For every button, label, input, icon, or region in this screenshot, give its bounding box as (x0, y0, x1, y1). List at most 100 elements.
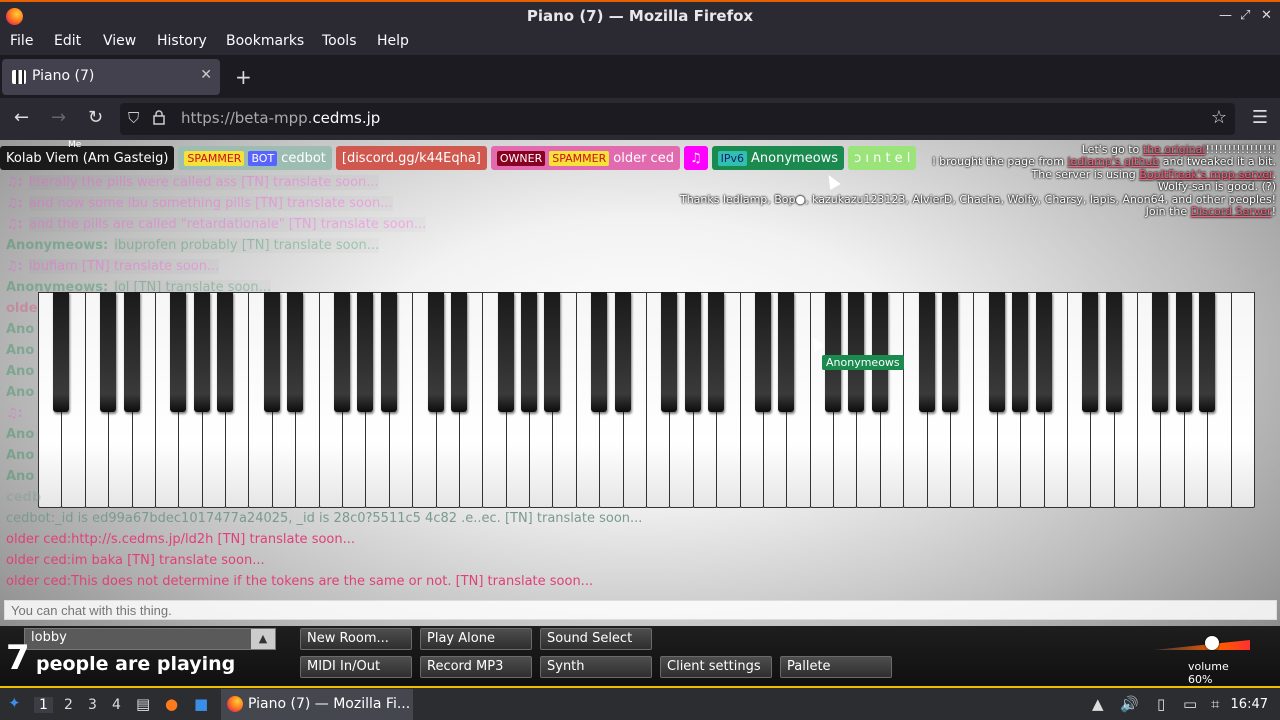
user-tag: SPAMMER (184, 150, 245, 166)
menu-view[interactable]: View (103, 33, 136, 49)
volume-knob[interactable] (1204, 636, 1219, 650)
tab-close-icon[interactable]: ✕ (200, 67, 212, 83)
url-text[interactable]: https://beta-mpp.cedms.jp (181, 109, 380, 127)
black-key[interactable] (825, 292, 842, 412)
new-room-button[interactable]: New Room... (300, 628, 412, 650)
sound-select-button[interactable]: Sound Select (540, 628, 652, 650)
server-link[interactable]: BopItFreak's mpp-server (1139, 168, 1272, 181)
back-icon[interactable]: ← (14, 107, 29, 128)
terminal-icon[interactable]: ■ (194, 695, 208, 713)
record-mp3-button[interactable]: Record MP3 (420, 656, 532, 678)
black-key[interactable] (848, 292, 865, 412)
black-key[interactable] (591, 292, 608, 412)
black-key[interactable] (53, 292, 70, 412)
midi-button[interactable]: MIDI In/Out (300, 656, 412, 678)
black-key[interactable] (521, 292, 538, 412)
black-key[interactable] (1175, 292, 1192, 412)
menu-file[interactable]: File (10, 33, 33, 49)
workspace-3[interactable]: 3 (88, 697, 97, 713)
tab-piano[interactable]: Piano (7) ✕ (2, 59, 220, 95)
menu-history[interactable]: History (157, 33, 207, 49)
white-key[interactable] (1230, 292, 1255, 508)
black-key[interactable] (1035, 292, 1052, 412)
black-key[interactable] (754, 292, 771, 412)
black-key[interactable] (1082, 292, 1099, 412)
speaker-icon[interactable]: 🔊 (1120, 695, 1139, 713)
user-3[interactable]: OWNER SPAMMER older ced (490, 146, 680, 170)
shield-icon[interactable]: ⛉ (128, 109, 139, 127)
close-icon[interactable]: ✕ (1261, 8, 1272, 23)
black-key[interactable] (544, 292, 561, 412)
black-key[interactable] (918, 292, 935, 412)
black-key[interactable] (217, 292, 234, 412)
file-manager-icon[interactable]: ▤ (136, 695, 150, 713)
app-menu-icon[interactable]: ☰ (1252, 107, 1268, 128)
display-icon[interactable]: ▭ (1183, 695, 1197, 713)
black-key[interactable] (497, 292, 514, 412)
start-menu-icon[interactable]: ✦ (8, 694, 21, 712)
black-key[interactable] (380, 292, 397, 412)
network-icon[interactable]: ⌗ (1211, 695, 1219, 713)
black-key[interactable] (334, 292, 350, 412)
black-key[interactable] (614, 292, 631, 412)
workspace-4[interactable]: 4 (112, 697, 121, 713)
forward-icon[interactable]: → (51, 107, 66, 128)
black-key[interactable] (193, 292, 210, 412)
tray-up-icon[interactable]: ▲ (1092, 695, 1104, 713)
black-key[interactable] (100, 292, 117, 412)
black-key[interactable] (1012, 292, 1029, 412)
black-key[interactable] (684, 292, 701, 412)
user-2[interactable]: [discord.gg/k44Eqha] (335, 146, 487, 170)
firefox-launcher-icon[interactable]: ● (165, 695, 178, 713)
reload-icon[interactable]: ↻ (88, 107, 103, 128)
maximize-icon[interactable]: ⤢ (1240, 8, 1250, 23)
black-key[interactable] (871, 292, 888, 412)
lock-icon[interactable] (152, 109, 166, 125)
user-0[interactable]: Kolab Viem (Am Gasteig) Me (0, 140, 175, 170)
bookmark-star-icon[interactable]: ☆ (1211, 107, 1227, 128)
black-key[interactable] (778, 292, 795, 412)
black-key[interactable] (123, 292, 140, 412)
chat-message: older ced:im baka [TN] translate soon... (6, 550, 642, 571)
github-link[interactable]: ledlamp's github (1067, 155, 1159, 168)
menu-bookmarks[interactable]: Bookmarks (226, 33, 304, 49)
room-select[interactable]: lobby ▲ (24, 628, 276, 650)
black-key[interactable] (170, 292, 187, 412)
black-key[interactable] (357, 292, 374, 412)
black-key[interactable] (661, 292, 678, 412)
firefox-icon (227, 696, 243, 712)
black-key[interactable] (450, 292, 467, 412)
black-key[interactable] (1152, 292, 1169, 412)
menu-edit[interactable]: Edit (54, 33, 81, 49)
synth-button[interactable]: Synth (540, 656, 652, 678)
black-key[interactable] (287, 292, 304, 412)
black-key[interactable] (708, 292, 725, 412)
expand-up-icon[interactable]: ▲ (251, 629, 275, 649)
piano-keyboard[interactable] (38, 292, 1255, 508)
workspace-2[interactable]: 2 (64, 697, 73, 713)
black-key[interactable] (942, 292, 958, 412)
black-key[interactable] (988, 292, 1005, 412)
clipboard-icon[interactable]: ▯ (1157, 695, 1165, 713)
taskbar-firefox-window[interactable]: Piano (7) — Mozilla Fi... (221, 689, 413, 720)
black-key[interactable] (263, 292, 280, 412)
menu-help[interactable]: Help (377, 33, 409, 49)
minimize-icon[interactable]: — (1219, 8, 1232, 23)
play-alone-button[interactable]: Play Alone (420, 628, 532, 650)
chat-message: cedbot:_id is ed99a67bdec1017477a24025, … (6, 508, 642, 529)
menu-tools[interactable]: Tools (322, 33, 357, 49)
black-key[interactable] (1199, 292, 1216, 412)
workspace-1[interactable]: 1 (34, 697, 53, 713)
chat-author: Ano (6, 343, 35, 358)
pallete-button[interactable]: Pallete (780, 656, 892, 678)
black-key[interactable] (1105, 292, 1122, 412)
client-settings-button[interactable]: Client settings (660, 656, 772, 678)
black-key[interactable] (427, 292, 444, 412)
discord-link[interactable]: Discord Server (1191, 205, 1272, 218)
url-bar[interactable]: ⛉ https://beta-mpp.cedms.jp ☆ (120, 103, 1235, 135)
volume-slider[interactable]: volume 60% (1150, 632, 1250, 686)
user-1[interactable]: SPAMMER BOT cedbot (178, 146, 332, 170)
new-tab-icon[interactable]: + (235, 65, 252, 89)
chat-input[interactable] (4, 600, 1277, 620)
player-count-label: people are playing (36, 653, 236, 675)
